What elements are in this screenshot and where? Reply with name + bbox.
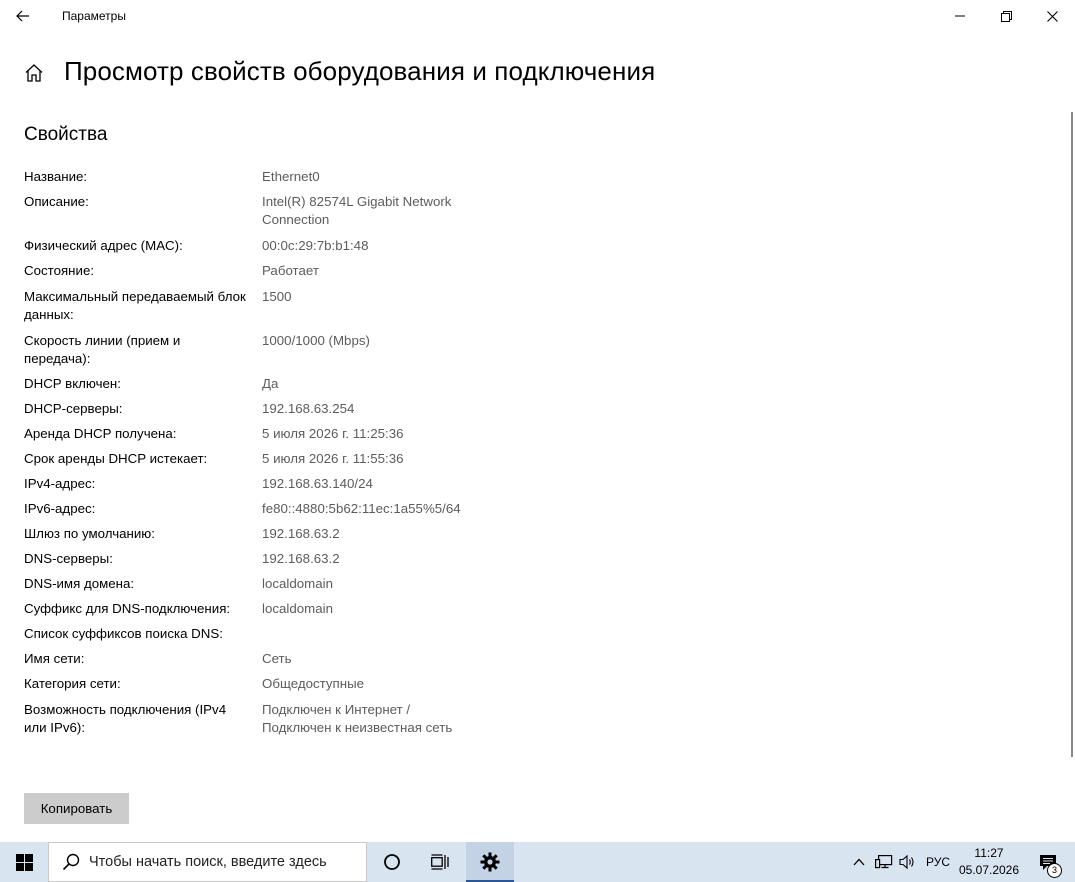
property-value: 5 июля 2026 г. 11:25:36 (262, 426, 404, 441)
cortana-button[interactable] (368, 842, 416, 882)
notification-count-badge: 3 (1047, 863, 1062, 878)
volume-icon (899, 854, 914, 870)
property-value: 1000/1000 (Mbps) (262, 333, 370, 348)
property-value: localdomain (262, 576, 333, 591)
property-value: fe80::4880:5b62:11ec:1a55%5/64 (262, 501, 461, 516)
title-bar: Параметры (0, 0, 1075, 32)
close-button[interactable] (1029, 0, 1075, 32)
home-icon (25, 64, 43, 82)
taskbar: Чтобы начать поиск, введите здесь РУС 11… (0, 842, 1075, 882)
search-placeholder: Чтобы начать поиск, введите здесь (89, 854, 327, 870)
property-value: 192.168.63.254 (262, 401, 355, 416)
restore-button[interactable] (983, 0, 1029, 32)
property-label: DNS-серверы: (24, 551, 113, 566)
back-button[interactable] (0, 0, 46, 32)
property-value: Intel(R) 82574L Gigabit Network Connecti… (262, 194, 452, 227)
property-label: Состояние: (24, 263, 95, 278)
property-value: 00:0c:29:7b:b1:48 (262, 238, 369, 253)
action-center-button[interactable]: 3 (1028, 842, 1068, 882)
start-button[interactable] (0, 842, 48, 882)
arrow-left-icon (16, 10, 29, 22)
page-title: Просмотр свойств оборудования и подключе… (64, 56, 656, 86)
property-value: 192.168.63.2 (262, 526, 340, 541)
home-button[interactable] (22, 61, 46, 85)
property-label: DHCP включен: (24, 376, 121, 391)
property-value: Работает (262, 263, 319, 278)
property-label: Возможность подключения (IPv4 или IPv6): (24, 702, 227, 735)
property-label: Имя сети: (24, 651, 85, 666)
close-icon (1046, 10, 1058, 22)
property-label: Максимальный передаваемый блок данных: (24, 289, 246, 322)
restore-icon (1000, 10, 1012, 22)
property-value: 192.168.63.2 (262, 551, 340, 566)
property-value: localdomain (262, 601, 333, 616)
clock-date: 05.07.2026 (958, 863, 1020, 877)
gear-icon (480, 852, 500, 872)
property-value: Да (262, 376, 279, 391)
show-hidden-icons-button[interactable] (849, 842, 869, 882)
property-label: Описание: (24, 194, 89, 209)
property-value: Сеть (262, 651, 292, 666)
property-label: IPv4-адрес: (24, 476, 96, 491)
property-label: Название: (24, 169, 88, 184)
search-icon (61, 852, 81, 872)
property-label: DNS-имя домена: (24, 576, 135, 591)
volume-tray-button[interactable] (897, 842, 919, 882)
taskbar-settings-app[interactable] (466, 842, 514, 882)
cortana-circle-icon (384, 854, 400, 870)
property-value: 1500 (262, 289, 292, 304)
property-label: Срок аренды DHCP истекает: (24, 451, 208, 466)
clock[interactable]: 11:27 05.07.2026 (958, 845, 1020, 881)
copy-button[interactable]: Копировать (24, 793, 129, 824)
chevron-up-icon (853, 858, 865, 866)
property-value: 192.168.63.140/24 (262, 476, 373, 491)
task-view-button[interactable] (416, 842, 464, 882)
language-indicator[interactable]: РУС (921, 842, 955, 882)
section-title: Свойства (24, 124, 108, 145)
property-label: Категория сети: (24, 676, 121, 691)
minimize-icon (955, 15, 965, 17)
app-title: Параметры (62, 9, 126, 23)
property-value: 5 июля 2026 г. 11:55:36 (262, 451, 404, 466)
task-view-icon (431, 854, 449, 870)
scrollbar[interactable] (1071, 112, 1073, 757)
property-label: DHCP-серверы: (24, 401, 123, 416)
property-label: Суффикс для DNS-подключения: (24, 601, 231, 616)
property-value: Ethernet0 (262, 169, 320, 184)
taskbar-search-box[interactable]: Чтобы начать поиск, введите здесь (48, 842, 367, 882)
network-icon (875, 855, 893, 869)
property-label: Список суффиксов поиска DNS: (24, 626, 223, 641)
property-label: Аренда DHCP получена: (24, 426, 177, 441)
property-value: Общедоступные (262, 676, 365, 691)
property-value: Подключен к Интернет / Подключен к неизв… (262, 702, 453, 735)
minimize-button[interactable] (937, 0, 983, 32)
property-label: Скорость линии (прием и передача): (24, 333, 181, 366)
network-tray-button[interactable] (873, 842, 895, 882)
property-label: Шлюз по умолчанию: (24, 526, 155, 541)
property-label: IPv6-адрес: (24, 501, 96, 516)
clock-time: 11:27 (974, 846, 1004, 860)
windows-logo-icon (15, 853, 33, 871)
property-label: Физический адрес (MAC): (24, 238, 183, 253)
